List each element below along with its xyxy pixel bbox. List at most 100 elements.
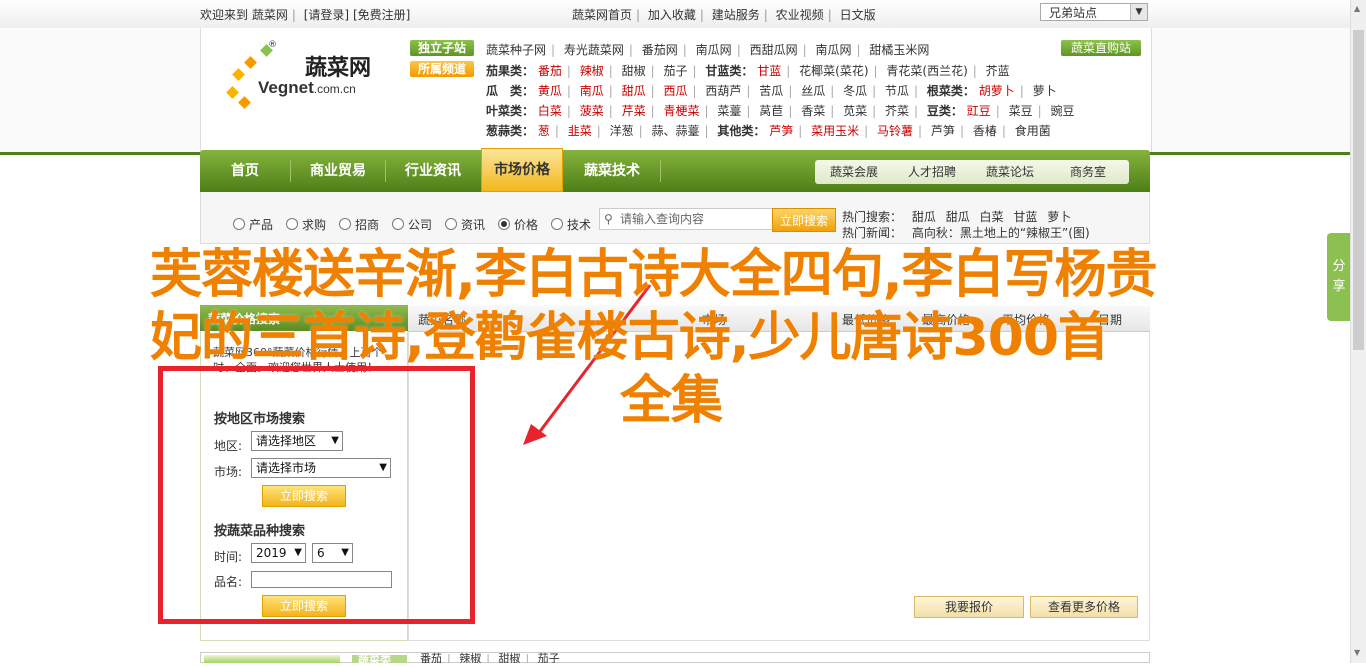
- category-link[interactable]: 西葫芦: [705, 84, 741, 98]
- scroll-thumb[interactable]: [1353, 30, 1364, 350]
- category-link[interactable]: 青花菜(西兰花): [886, 64, 967, 78]
- category-link[interactable]: 葱: [538, 124, 550, 138]
- category-link[interactable]: 苦瓜: [759, 84, 783, 98]
- category-link[interactable]: 辣椒: [580, 64, 604, 78]
- share-label: 分: [1332, 259, 1346, 274]
- radio-price[interactable]: 价格: [498, 216, 538, 233]
- subnav-forum[interactable]: 蔬菜论坛: [971, 160, 1049, 184]
- next-section: [200, 652, 1150, 663]
- next-section-link[interactable]: 甜椒: [498, 652, 520, 663]
- category-link[interactable]: 甜瓜: [622, 84, 646, 98]
- category-link[interactable]: 茄子: [664, 64, 688, 78]
- vertical-scrollbar[interactable]: ▲ ▼: [1350, 0, 1366, 663]
- category-link[interactable]: 菠菜: [580, 104, 604, 118]
- category-link[interactable]: 豇豆: [967, 104, 991, 118]
- category-link[interactable]: 甘蓝: [757, 64, 781, 78]
- hot-search-link[interactable]: 甘蓝: [1013, 210, 1037, 224]
- substation-link[interactable]: 西甜瓜网: [750, 43, 798, 57]
- hot-search-link[interactable]: 甜瓜: [912, 210, 936, 224]
- category-link[interactable]: 青梗菜: [664, 104, 700, 118]
- category-link[interactable]: 韭菜: [568, 124, 592, 138]
- build-site-link[interactable]: 建站服务: [712, 8, 760, 22]
- site-logo[interactable]: 蔬菜网 ® Vegnet.com.cn: [210, 38, 400, 122]
- substation-link[interactable]: 蔬菜种子网: [486, 43, 546, 57]
- substation-link[interactable]: 甜橘玉米网: [869, 43, 929, 57]
- hot-search-link[interactable]: 萝卜: [1047, 210, 1071, 224]
- category-link[interactable]: 冬瓜: [843, 84, 867, 98]
- subnav-expo[interactable]: 蔬菜会展: [815, 160, 893, 184]
- radio-company[interactable]: 公司: [392, 216, 432, 233]
- category-row-melons: 瓜 类： 黄瓜 | 南瓜 | 甜瓜 | 西瓜 | 西葫芦 | 苦瓜 | 丝瓜 | 冬瓜 | 节瓜…: [486, 84, 1057, 98]
- sister-sites-select[interactable]: 兄弟站点 ▼: [1040, 3, 1148, 21]
- scroll-down-icon[interactable]: ▼: [1354, 648, 1360, 657]
- radio-purchase[interactable]: 求购: [286, 216, 326, 233]
- category-link[interactable]: 芹菜: [622, 104, 646, 118]
- category-link[interactable]: 菜豆: [1009, 104, 1033, 118]
- category-link[interactable]: 莴苣: [759, 104, 783, 118]
- register-link[interactable]: [免费注册]: [353, 8, 410, 22]
- category-link[interactable]: 白菜: [538, 104, 562, 118]
- category-link[interactable]: 番茄: [538, 64, 562, 78]
- scroll-up-icon[interactable]: ▲: [1354, 4, 1360, 13]
- category-link[interactable]: 香菜: [801, 104, 825, 118]
- next-section-link[interactable]: 辣椒: [459, 652, 481, 663]
- category-link[interactable]: 洋葱: [610, 124, 634, 138]
- substation-link[interactable]: 寿光蔬菜网: [564, 43, 624, 57]
- category-link[interactable]: 芥菜: [885, 104, 909, 118]
- category-link[interactable]: 菜用玉米: [811, 124, 859, 138]
- nav-technology[interactable]: 蔬菜技术: [566, 150, 658, 192]
- hot-search-link[interactable]: 甜瓜: [946, 210, 970, 224]
- category-link[interactable]: 甜椒: [622, 64, 646, 78]
- category-link[interactable]: 蒜、蒜薹: [652, 124, 700, 138]
- category-link[interactable]: 西瓜: [664, 84, 688, 98]
- nav-home[interactable]: 首页: [200, 150, 290, 192]
- subnav-business[interactable]: 商务室: [1049, 160, 1127, 184]
- category-link[interactable]: 苋菜: [843, 104, 867, 118]
- report-price-button[interactable]: 我要报价: [914, 596, 1024, 618]
- search-input[interactable]: ⚲ 请输入查询内容: [599, 208, 773, 230]
- direct-buy-button[interactable]: 蔬菜直购站: [1061, 40, 1141, 56]
- sub-nav: 蔬菜会展 人才招聘 蔬菜论坛 商务室: [815, 160, 1129, 184]
- nav-trade[interactable]: 商业贸易: [292, 150, 384, 192]
- category-link[interactable]: 豌豆: [1050, 104, 1074, 118]
- more-prices-button[interactable]: 查看更多价格: [1030, 596, 1138, 618]
- category-link[interactable]: 菜薹: [717, 104, 741, 118]
- home-link[interactable]: 蔬菜网首页: [572, 8, 632, 22]
- category-link[interactable]: 南瓜: [580, 84, 604, 98]
- share-button[interactable]: 分享: [1327, 233, 1351, 321]
- category-link[interactable]: 芦笋: [931, 124, 955, 138]
- radio-info[interactable]: 资讯: [445, 216, 485, 233]
- next-section-link[interactable]: 番茄: [420, 652, 442, 663]
- substation-link[interactable]: 南瓜网: [696, 43, 732, 57]
- category-link[interactable]: 芦笋: [769, 124, 793, 138]
- subnav-jobs[interactable]: 人才招聘: [893, 160, 971, 184]
- category-link[interactable]: 黄瓜: [538, 84, 562, 98]
- category-link[interactable]: 马铃薯: [877, 124, 913, 138]
- hot-search-link[interactable]: 白菜: [980, 210, 1004, 224]
- search-button[interactable]: 立即搜索: [772, 208, 836, 232]
- nav-market-price[interactable]: 市场价格: [481, 148, 563, 192]
- nav-news[interactable]: 行业资讯: [387, 150, 479, 192]
- substation-link[interactable]: 南瓜网: [815, 43, 851, 57]
- site-name-link[interactable]: 蔬菜网: [252, 8, 288, 22]
- category-link[interactable]: 丝瓜: [801, 84, 825, 98]
- hot-news-link[interactable]: 高向秋：黑土地上的“辣椒王”(图): [912, 226, 1090, 240]
- category-link[interactable]: 节瓜: [885, 84, 909, 98]
- category-link[interactable]: 花椰菜(菜花): [799, 64, 868, 78]
- video-link[interactable]: 农业视频: [776, 8, 824, 22]
- category-link[interactable]: 萝卜: [1033, 84, 1057, 98]
- category-panel: 独立子站 所属频道 蔬菜种子网 | 寿光蔬菜网 | 番茄网 | 南瓜网 | 西甜瓜网 | …: [410, 40, 1140, 142]
- radio-investment[interactable]: 招商: [339, 216, 379, 233]
- category-link[interactable]: 食用菌: [1015, 124, 1051, 138]
- favorite-link[interactable]: 加入收藏: [648, 8, 696, 22]
- category-link[interactable]: 芥蓝: [986, 64, 1010, 78]
- japanese-link[interactable]: 日文版: [840, 8, 876, 22]
- substation-link[interactable]: 番茄网: [642, 43, 678, 57]
- login-link[interactable]: [请登录]: [304, 8, 349, 22]
- hot-news-label: 热门新闻：: [842, 226, 903, 240]
- radio-tech[interactable]: 技术: [551, 216, 591, 233]
- category-link[interactable]: 胡萝卜: [979, 84, 1015, 98]
- radio-product[interactable]: 产品: [233, 216, 273, 233]
- category-link[interactable]: 香椿: [973, 124, 997, 138]
- next-section-link[interactable]: 茄子: [538, 652, 560, 663]
